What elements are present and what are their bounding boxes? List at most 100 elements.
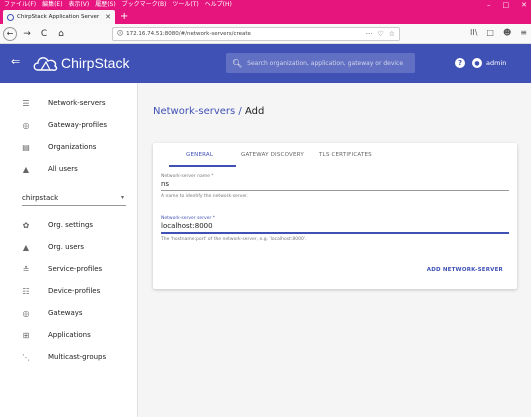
chevron-down-icon: ▾ [120,194,124,201]
sidebar: ☰ Network-servers ◎ Gateway-profiles ▤ O… [0,83,138,417]
server-icon: ☰ [22,98,30,108]
browser-menubar: ファイル(F) 編集(E) 表示(V) 履歴(S) ブックマーク(B) ツール(… [0,0,531,10]
sidebar-toggle-icon[interactable]: □ [486,28,494,37]
network-server-form-card: GENERAL GATEWAY DISCOVERY TLS CERTIFICAT… [153,143,517,289]
network-server-server-input[interactable] [161,221,509,234]
hamburger-menu-icon[interactable]: ≡ [520,28,527,37]
menu-file[interactable]: ファイル(F) [4,1,36,8]
back-button[interactable]: ← [3,26,17,41]
close-window-button[interactable]: ✕ [521,0,527,10]
tab-general[interactable]: GENERAL [186,152,213,158]
network-server-server-help: The 'hostname:port' of the network-serve… [161,237,307,242]
menu-history[interactable]: 履歴(S) [95,1,116,8]
forward-button[interactable]: → [20,27,34,41]
account-details-icon: ≛ [22,264,30,274]
radio-tower-icon: ◎ [22,308,30,318]
menu-bookmarks[interactable]: ブックマーク(B) [122,1,167,8]
username: admin [486,59,507,67]
sidebar-item-label: Org. users [48,243,85,251]
menu-tools[interactable]: ツール(T) [172,1,198,8]
sidebar-item-applications[interactable]: ⊞ Applications [0,326,138,344]
sidebar-item-device-profiles[interactable]: ☷ Device-profiles [0,282,138,300]
sidebar-item-gateway-profiles[interactable]: ◎ Gateway-profiles [0,116,138,134]
page-actions-icon[interactable]: ··· [366,30,373,38]
user-avatar-icon: ● [472,58,482,68]
organization-select[interactable]: chirpstack ▾ [22,190,126,206]
sidebar-item-label: Gateway-profiles [48,121,108,129]
account-icon[interactable]: ☻ [503,28,511,37]
search-icon: 🔍︎ [232,58,243,68]
sidebar-item-org-settings[interactable]: ✿ Org. settings [0,216,138,234]
breadcrumb-separator: / [235,106,245,117]
sidebar-item-label: Gateways [48,309,83,317]
url-text: 172.16.74.51:8080/#/network-servers/crea… [126,31,251,37]
network-server-name-input[interactable] [161,179,509,191]
sidebar-item-all-users[interactable]: ▲ All users [0,160,138,178]
sidebar-item-label: Device-profiles [48,287,101,295]
home-button[interactable]: ⌂ [54,27,68,41]
browser-toolbar: II\ □ ☻ ≡ [470,28,527,37]
sidebar-item-org-users[interactable]: ▲ Org. users [0,238,138,256]
new-tab-button[interactable]: + [120,11,128,23]
active-tab-indicator [169,165,236,167]
breadcrumb-network-servers-link[interactable]: Network-servers [153,106,235,117]
menu-edit[interactable]: 編集(E) [42,1,62,8]
sidebar-item-label: All users [48,165,78,173]
user-icon: ▲ [22,164,30,174]
add-network-server-button[interactable]: ADD NETWORK-SERVER [427,267,503,273]
browser-tab[interactable]: ChirpStack Application Server ✕ [3,10,115,24]
browser-navbar: ← → C ⌂ 🛈 172.16.74.51:8080/#/network-se… [0,24,531,44]
breadcrumb-current: Add [244,106,265,117]
tab-gateway-discovery[interactable]: GATEWAY DISCOVERY [241,152,304,158]
sidebar-item-label: Applications [48,331,91,339]
chirpstack-favicon-icon [7,13,14,21]
chirpstack-cloud-icon [33,57,58,71]
apps-grid-icon: ⊞ [22,330,30,340]
sidebar-item-label: Organizations [48,143,97,151]
url-actions: ··· ♡ ☆ [366,30,395,38]
close-tab-icon[interactable]: ✕ [105,13,111,21]
drawer-toggle-icon[interactable]: ⇐ [11,55,20,68]
chirpstack-logo[interactable]: ChirpStack [32,52,129,74]
search-input[interactable] [247,59,415,67]
maximize-button[interactable]: □ [503,0,510,10]
address-bar[interactable]: 🛈 172.16.74.51:8080/#/network-servers/cr… [112,27,400,41]
tab-strip: ChirpStack Application Server ✕ + [0,10,531,24]
reload-button[interactable]: C [37,27,51,41]
user-icon: ▲ [22,242,30,252]
sidebar-item-label: Multicast-groups [48,353,107,361]
app-bar: ⇐ ChirpStack 🔍︎ ? ● admin [0,44,531,83]
sidebar-item-service-profiles[interactable]: ≛ Service-profiles [0,260,138,278]
network-server-name-help: A name to identify the network-server. [161,194,248,199]
menu-view[interactable]: 表示(V) [68,1,89,8]
network-server-server-field: Network-server server * The 'hostname:po… [161,216,509,242]
global-search[interactable]: 🔍︎ [226,53,415,73]
menu-help[interactable]: ヘルプ(H) [205,1,232,8]
rss-icon: ⋱ [22,352,30,362]
tab-tls-certificates[interactable]: TLS CERTIFICATES [319,152,372,158]
library-icon[interactable]: II\ [470,28,477,37]
user-menu[interactable]: ● admin [472,55,506,71]
pocket-icon[interactable]: ♡ [377,30,383,38]
site-info-icon[interactable]: 🛈 [117,29,123,39]
tune-icon: ☷ [22,286,30,296]
form-tabs: GENERAL GATEWAY DISCOVERY TLS CERTIFICAT… [153,143,517,169]
sidebar-item-organizations[interactable]: ▤ Organizations [0,138,138,156]
sidebar-item-multicast-groups[interactable]: ⋱ Multicast-groups [0,348,138,366]
domain-icon: ▤ [22,142,30,152]
bookmark-star-icon[interactable]: ☆ [389,30,395,38]
radio-tower-icon: ◎ [22,120,30,130]
brand-name: ChirpStack [61,55,130,71]
minimize-button[interactable]: – [487,0,491,10]
sidebar-item-gateways[interactable]: ◎ Gateways [0,304,138,322]
sidebar-item-label: Org. settings [48,221,94,229]
sidebar-item-label: Network-servers [48,99,106,107]
settings-icon: ✿ [22,220,30,230]
window-controls: – □ ✕ [487,0,527,10]
network-server-name-field: Network-server name * A name to identify… [161,174,509,199]
help-icon[interactable]: ? [455,58,465,68]
page-title: Network-servers / Add [153,106,264,117]
sidebar-item-network-servers[interactable]: ☰ Network-servers [0,94,138,112]
organization-select-value: chirpstack [22,193,59,202]
tab-title: ChirpStack Application Server [17,14,100,20]
